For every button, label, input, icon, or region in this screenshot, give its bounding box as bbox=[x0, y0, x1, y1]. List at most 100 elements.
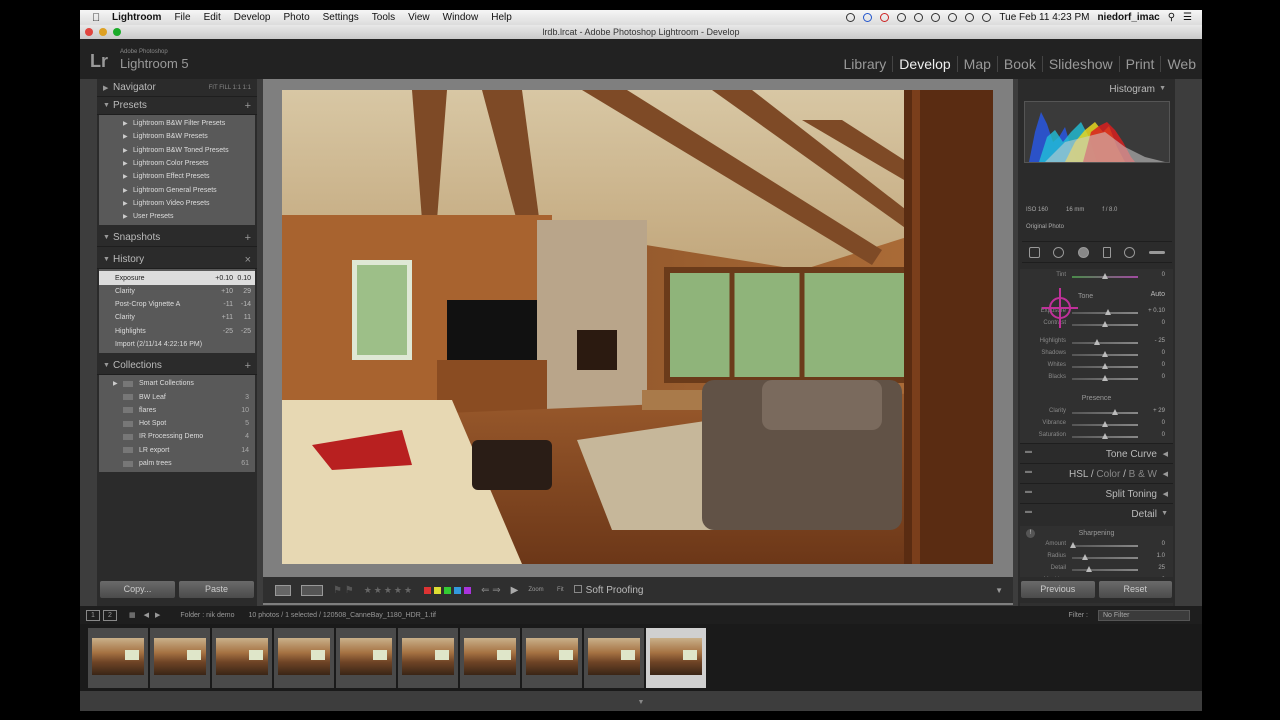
menu-user[interactable]: niedorf_imac bbox=[1097, 12, 1159, 23]
grid-view-icon[interactable]: ▦ bbox=[129, 611, 136, 619]
menu-help[interactable]: Help bbox=[491, 12, 512, 23]
slider-knob[interactable] bbox=[1102, 375, 1108, 381]
forward-arrow-icon[interactable]: ▶ bbox=[155, 611, 160, 619]
presets-header[interactable]: ▼ Presets + bbox=[97, 97, 257, 115]
filmstrip-thumbnail[interactable] bbox=[150, 628, 210, 688]
flag-icons[interactable]: ⚑ ⚑ bbox=[333, 585, 354, 596]
history-step[interactable]: Highlights -25 -25 bbox=[99, 325, 255, 338]
menu-window[interactable]: Window bbox=[443, 12, 479, 23]
slider-highlights[interactable]: Highlights - 25 bbox=[1020, 337, 1173, 347]
graduated-filter-icon[interactable] bbox=[1102, 246, 1111, 258]
slider-track[interactable] bbox=[1072, 545, 1138, 547]
slider-value[interactable]: 0 bbox=[1162, 541, 1165, 547]
slider-value[interactable]: 0 bbox=[1162, 374, 1165, 380]
slider-clarity[interactable]: Clarity + 29 bbox=[1020, 407, 1173, 417]
module-map[interactable]: Map bbox=[956, 56, 997, 72]
module-develop[interactable]: Develop bbox=[892, 56, 956, 72]
history-step[interactable]: Import (2/11/14 4:22:16 PM) bbox=[99, 338, 255, 351]
add-collection-icon[interactable]: + bbox=[245, 360, 251, 372]
play-slideshow-icon[interactable]: ▶ bbox=[511, 585, 519, 596]
menu-tools[interactable]: Tools bbox=[372, 12, 395, 23]
preset-folder[interactable]: ▶ User Presets bbox=[99, 210, 255, 223]
module-library[interactable]: Library bbox=[838, 56, 893, 72]
color-label-swatch[interactable] bbox=[464, 586, 472, 594]
slider-value[interactable]: - 25 bbox=[1155, 338, 1165, 344]
slider-vibrance[interactable]: Vibrance 0 bbox=[1020, 419, 1173, 429]
slider-track[interactable] bbox=[1072, 342, 1138, 344]
tab-hsl[interactable]: HSL bbox=[1069, 469, 1088, 480]
slider-amount[interactable]: Amount 0 bbox=[1020, 540, 1173, 550]
slider-knob[interactable] bbox=[1102, 363, 1108, 369]
reset-button[interactable]: Reset bbox=[1098, 581, 1172, 598]
filmstrip-thumbnail[interactable] bbox=[88, 628, 148, 688]
zoom-window-button[interactable] bbox=[113, 28, 121, 36]
wifi-icon[interactable] bbox=[965, 13, 975, 22]
loupe-view-icon[interactable] bbox=[275, 584, 291, 596]
slider-knob[interactable] bbox=[1105, 309, 1112, 315]
color-label-swatch[interactable] bbox=[454, 586, 462, 594]
slider-shadows[interactable]: Shadows 0 bbox=[1020, 349, 1173, 359]
soft-proofing-toggle[interactable]: Soft Proofing bbox=[573, 584, 643, 596]
module-slideshow[interactable]: Slideshow bbox=[1041, 56, 1119, 72]
slider-value[interactable]: 1.0 bbox=[1157, 553, 1165, 559]
paste-button[interactable]: Paste bbox=[179, 581, 254, 598]
sync-icon[interactable] bbox=[863, 13, 873, 22]
slider-value[interactable]: 0 bbox=[1162, 420, 1165, 426]
add-preset-icon[interactable]: + bbox=[245, 100, 251, 112]
slider-track[interactable] bbox=[1072, 412, 1138, 414]
red-eye-icon[interactable] bbox=[1078, 246, 1090, 258]
timemachine-icon[interactable] bbox=[948, 13, 958, 22]
slider-detail[interactable]: Detail 25 bbox=[1020, 564, 1173, 574]
zoom-control[interactable]: Zoom Fit bbox=[528, 587, 563, 593]
collections-header[interactable]: ▼ Collections + bbox=[97, 357, 257, 376]
filmstrip-thumbnail[interactable] bbox=[460, 628, 520, 688]
slider-whites[interactable]: Whites 0 bbox=[1020, 361, 1173, 371]
toolbar-menu-icon[interactable]: ▼ bbox=[995, 586, 1003, 595]
module-web[interactable]: Web bbox=[1160, 56, 1202, 72]
preset-folder[interactable]: ▶ Lightroom Color Presets bbox=[99, 157, 255, 170]
apple-menu-icon[interactable]:  bbox=[92, 12, 112, 24]
split-toning-header[interactable]: ▬ Split Toning ◀ bbox=[1020, 483, 1173, 503]
detail-header[interactable]: ▬ Detail ▼ bbox=[1020, 503, 1173, 523]
tab-bw[interactable]: B & W bbox=[1129, 469, 1157, 480]
source-folder[interactable]: Folder : nik demo bbox=[180, 612, 234, 619]
histogram-header[interactable]: Histogram ▼ bbox=[1018, 79, 1171, 99]
record-icon[interactable] bbox=[880, 13, 890, 22]
copy-button[interactable]: Copy... bbox=[100, 581, 175, 598]
preset-folder[interactable]: ▶ Lightroom B&W Presets bbox=[99, 130, 255, 143]
slider-value[interactable]: 0 bbox=[1162, 362, 1165, 368]
menu-file[interactable]: File bbox=[174, 12, 190, 23]
color-label-swatch[interactable] bbox=[444, 586, 452, 594]
menu-develop[interactable]: Develop bbox=[234, 12, 271, 23]
add-snapshot-icon[interactable]: + bbox=[245, 232, 251, 244]
history-header[interactable]: ▼ History × bbox=[97, 251, 257, 270]
history-step[interactable]: Clarity +10 29 bbox=[99, 285, 255, 298]
filmstrip-thumbnail[interactable] bbox=[336, 628, 396, 688]
slider-radius[interactable]: Radius 1.0 bbox=[1020, 552, 1173, 562]
slider-knob[interactable] bbox=[1111, 409, 1118, 415]
slider-knob[interactable] bbox=[1085, 566, 1092, 572]
main-photo[interactable] bbox=[282, 90, 993, 564]
module-book[interactable]: Book bbox=[996, 56, 1042, 72]
slider-knob[interactable] bbox=[1102, 321, 1108, 327]
filter-dropdown[interactable]: No Filter bbox=[1098, 609, 1190, 621]
spotlight-icon[interactable]: ⚲ bbox=[1168, 12, 1175, 23]
auto-tone-button[interactable]: Auto bbox=[1151, 291, 1165, 298]
prev-next-arrows[interactable]: ⇐ ⇒ bbox=[481, 585, 501, 596]
filmstrip-thumbnail[interactable] bbox=[584, 628, 644, 688]
slider-knob[interactable] bbox=[1094, 339, 1101, 345]
slider-value[interactable]: 25 bbox=[1158, 565, 1165, 571]
clear-history-icon[interactable]: × bbox=[245, 254, 251, 266]
slider-knob[interactable] bbox=[1102, 433, 1108, 439]
preset-folder[interactable]: ▶ Lightroom B&W Filter Presets bbox=[99, 117, 255, 130]
quicktime-icon[interactable] bbox=[846, 13, 856, 22]
history-step[interactable]: Clarity +11 11 bbox=[99, 311, 255, 324]
filmstrip-thumbnail[interactable] bbox=[274, 628, 334, 688]
filmstrip-thumbnail[interactable] bbox=[398, 628, 458, 688]
slider-track[interactable] bbox=[1072, 569, 1138, 571]
menu-view[interactable]: View bbox=[408, 12, 430, 23]
tab-color[interactable]: Color bbox=[1096, 469, 1120, 480]
snapshots-header[interactable]: ▼ Snapshots + bbox=[97, 229, 257, 248]
navigator-header[interactable]: ▶ Navigator FIT FILL 1:1 1:1 bbox=[97, 79, 257, 97]
menu-photo[interactable]: Photo bbox=[284, 12, 310, 23]
